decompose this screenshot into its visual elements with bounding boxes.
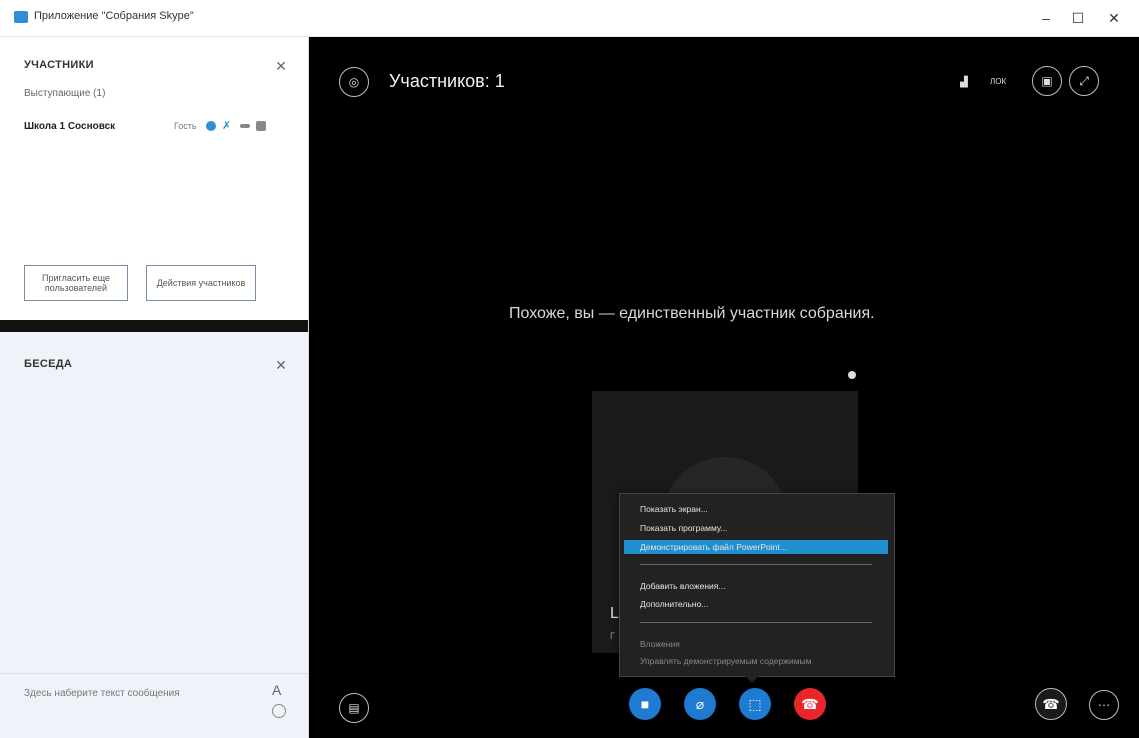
signal-icon: ▟ xyxy=(960,77,968,88)
share-button[interactable]: ⬚ xyxy=(739,688,771,720)
panel-splitter[interactable] xyxy=(0,320,308,332)
menu-item-present-powerpoint[interactable]: Демонстрировать файл PowerPoint... xyxy=(640,542,787,552)
chat-icon xyxy=(206,121,216,131)
menu-item-manage-content: Управлять демонстрируемым содержимым xyxy=(640,656,812,666)
window-title: Приложение "Собрания Skype" xyxy=(34,10,194,22)
emoticon-icon[interactable] xyxy=(272,704,286,718)
video-button[interactable]: ■ xyxy=(629,688,661,720)
participant-role: Гость xyxy=(174,121,197,131)
maximize-button[interactable]: ☐ xyxy=(1063,6,1093,30)
message-compose[interactable]: Здесь наберите текст сообщения A xyxy=(0,673,308,738)
participant-name: Школа 1 Сосновск xyxy=(24,121,116,132)
side-panel: УЧАСТНИКИ ✕ Выступающие (1) Школа 1 Сосн… xyxy=(0,37,309,738)
chat-icon[interactable]: ▤ xyxy=(339,693,369,723)
conversation-panel: БЕСЕДА ✕ Здесь наберите текст сообщения … xyxy=(0,332,308,738)
menu-item-add-attachments[interactable]: Добавить вложения... xyxy=(640,581,725,591)
menu-item-more[interactable]: Дополнительно... xyxy=(640,599,708,609)
participants-count: Участников: 1 xyxy=(389,71,505,91)
screen-icon xyxy=(256,121,266,131)
indicator-dot xyxy=(848,371,856,379)
menu-item-share-screen[interactable]: Показать экран... xyxy=(640,504,708,514)
participants-title: УЧАСТНИКИ xyxy=(24,59,94,71)
share-menu: Показать экран... Показать программу... … xyxy=(619,493,895,677)
tile-sub: Г xyxy=(610,631,615,641)
mic-button[interactable]: ⌀ xyxy=(684,688,716,720)
participant-actions-button[interactable]: Действия участников xyxy=(146,265,256,301)
menu-item-attachments: Вложения xyxy=(640,639,680,649)
presenters-section: Выступающие (1) xyxy=(24,88,106,99)
video-icon xyxy=(240,124,250,128)
close-participants-icon[interactable]: ✕ xyxy=(274,59,288,73)
title-bar: Приложение "Собрания Skype" – ☐ ✕ xyxy=(0,0,1139,37)
participants-roster-icon[interactable]: ◎ xyxy=(339,67,369,97)
invite-button[interactable]: Пригласить еще пользователей xyxy=(24,265,128,301)
menu-separator xyxy=(640,622,872,623)
close-window-button[interactable]: ✕ xyxy=(1099,6,1129,30)
conversation-title: БЕСЕДА xyxy=(24,358,73,370)
quality-label: ЛОК xyxy=(990,77,1007,86)
alone-message: Похоже, вы — единственный участник собра… xyxy=(509,305,875,322)
menu-item-share-program[interactable]: Показать программу... xyxy=(640,523,727,533)
layout-icon[interactable]: ▣ xyxy=(1032,66,1062,96)
close-conversation-icon[interactable]: ✕ xyxy=(274,358,288,372)
meeting-stage: ◎ Участников: 1 ▟ ЛОК ▣ ⤢ Похоже, вы — е… xyxy=(309,37,1139,738)
participant-row[interactable]: Школа 1 Сосновск Гость ✗ xyxy=(24,119,294,137)
app-icon xyxy=(14,11,28,23)
phone-icon[interactable]: ☎ xyxy=(1035,688,1067,720)
menu-pointer xyxy=(745,676,759,683)
message-input[interactable]: Здесь наберите текст сообщения xyxy=(24,688,180,699)
minimize-button[interactable]: – xyxy=(1031,6,1061,30)
fullscreen-icon[interactable]: ⤢ xyxy=(1069,66,1099,96)
menu-separator xyxy=(640,564,872,565)
more-options-icon[interactable]: ⋯ xyxy=(1089,690,1119,720)
mic-muted-icon: ✗ xyxy=(222,120,232,132)
font-button[interactable]: A xyxy=(272,682,281,698)
hangup-button[interactable]: ☎ xyxy=(794,688,826,720)
tile-name-initial: L xyxy=(610,605,619,622)
